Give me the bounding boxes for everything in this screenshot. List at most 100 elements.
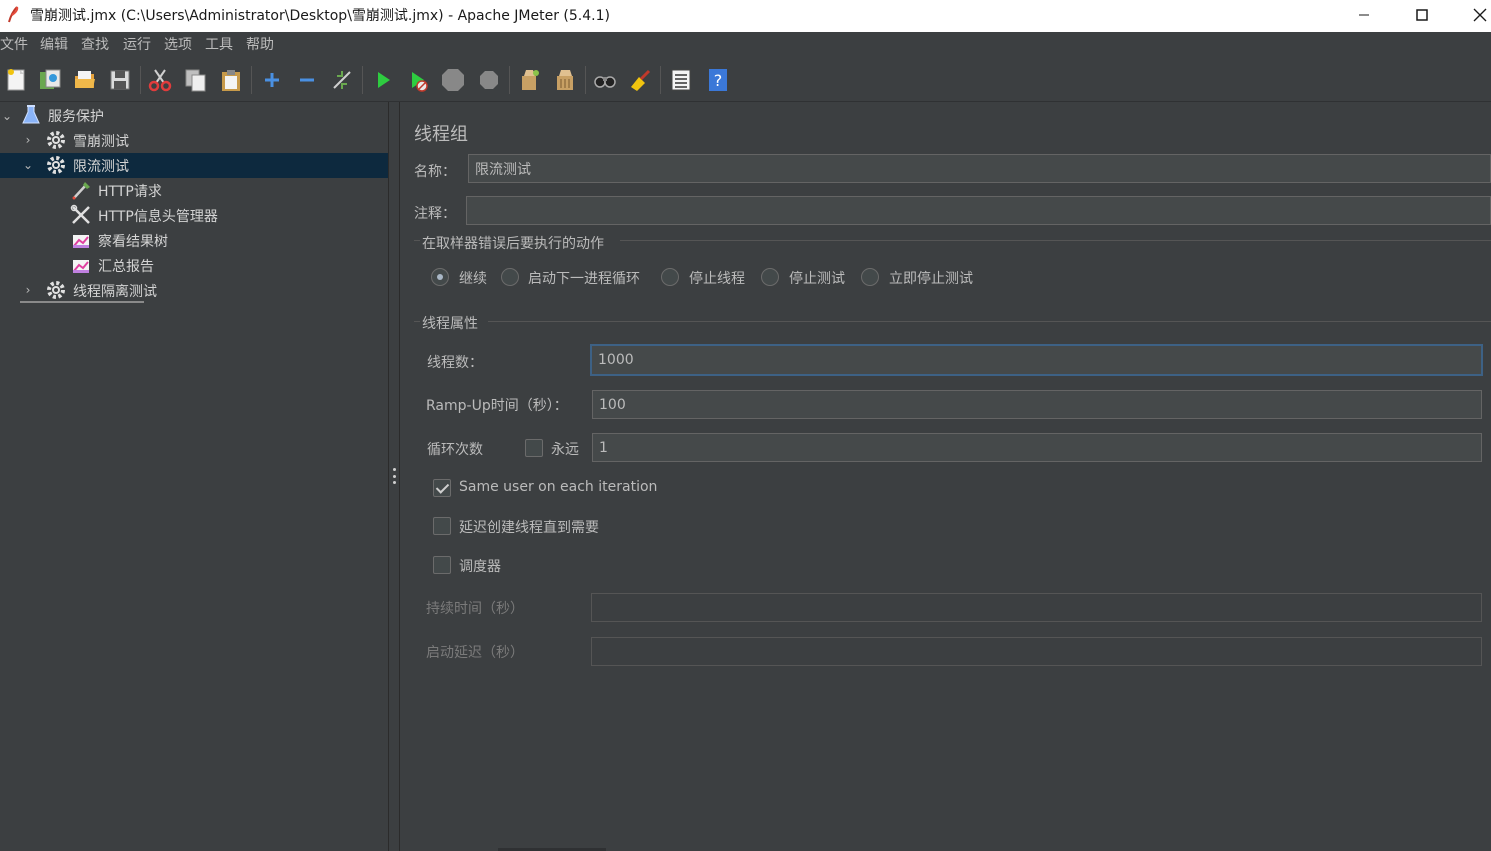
gear-icon (47, 156, 65, 174)
tree-label: HTTP请求 (98, 184, 162, 200)
menu-run[interactable]: 运行 (123, 34, 158, 54)
menu-options[interactable]: 选项 (164, 34, 199, 54)
threads-field[interactable]: 1000 (590, 344, 1483, 376)
tree-label: 服务保护 (48, 109, 104, 125)
cut-button[interactable] (146, 66, 174, 94)
tree-item-results-tree[interactable]: 察看结果树 (0, 228, 388, 253)
name-field[interactable]: 限流测试 (468, 154, 1491, 183)
expand-button[interactable] (258, 66, 286, 94)
maximize-icon (1416, 9, 1428, 21)
delay-thread-creation-label: 延迟创建线程直到需要 (459, 520, 599, 536)
reset-search-icon (631, 69, 651, 91)
tree-item-header-manager[interactable]: HTTP信息头管理器 (0, 203, 388, 228)
start-no-pause-button[interactable] (404, 66, 432, 94)
same-user-checkbox[interactable] (433, 479, 451, 497)
expand-icon (265, 73, 279, 87)
paste-icon (222, 70, 240, 91)
test-plan-icon (22, 105, 40, 124)
gear-icon (47, 131, 65, 149)
function-helper-icon (671, 69, 691, 91)
chevron-down-icon[interactable]: ⌄ (21, 158, 35, 172)
radio-start-next-loop[interactable] (501, 268, 519, 286)
section-border (414, 321, 420, 322)
close-button[interactable] (1457, 0, 1491, 30)
function-helper-button[interactable] (667, 66, 695, 94)
start-no-pause-icon (412, 72, 428, 92)
radio-stop-test-now[interactable] (861, 268, 879, 286)
save-button[interactable] (106, 66, 134, 94)
tree-label: HTTP信息头管理器 (98, 209, 218, 225)
radio-stop-test[interactable] (761, 268, 779, 286)
loop-count-field[interactable]: 1 (592, 433, 1482, 462)
search-button[interactable] (591, 66, 619, 94)
tree-label: 限流测试 (73, 159, 129, 175)
cut-icon (148, 69, 172, 92)
scheduler-checkbox[interactable] (433, 556, 451, 574)
copy-icon (185, 69, 206, 92)
copy-button[interactable] (182, 66, 210, 94)
tree-root[interactable]: ⌄ 服务保护 (0, 103, 388, 128)
tree-item-thread-group-selected[interactable]: ⌄ 限流测试 (0, 153, 388, 178)
clear-all-button[interactable] (551, 66, 579, 94)
close-icon (1473, 8, 1487, 22)
toolbar-separator (509, 66, 510, 94)
tree-item-thread-group[interactable]: › 雪崩测试 (0, 128, 388, 153)
rampup-label: Ramp-Up时间（秒）： (426, 398, 568, 414)
new-button[interactable] (2, 66, 30, 94)
chevron-down-icon[interactable]: ⌄ (0, 109, 14, 123)
menu-tools[interactable]: 工具 (205, 34, 240, 54)
clear-icon (522, 70, 539, 90)
toolbar-separator (585, 66, 586, 94)
stop-button[interactable] (439, 66, 467, 94)
open-icon (75, 71, 95, 88)
menu-file[interactable]: 文件 (0, 34, 35, 54)
open-button[interactable] (71, 66, 99, 94)
delay-thread-creation-checkbox[interactable] (433, 517, 451, 535)
toggle-button[interactable] (328, 66, 356, 94)
forever-label: 永远 (551, 442, 579, 458)
config-tools-icon (70, 204, 90, 224)
comment-field[interactable] (466, 196, 1491, 225)
menu-bar: 文件 编辑 查找 运行 选项 工具 帮助 (0, 32, 1491, 56)
radio-label: 启动下一进程循环 (528, 271, 640, 287)
menu-edit[interactable]: 编辑 (40, 34, 75, 54)
gear-icon (47, 281, 65, 299)
minimize-button[interactable] (1341, 0, 1387, 30)
save-icon (110, 70, 130, 90)
chevron-right-icon[interactable]: › (21, 283, 35, 297)
radio-continue[interactable] (431, 268, 449, 286)
tree-item-http-request[interactable]: HTTP请求 (0, 178, 388, 203)
split-pane-divider[interactable] (388, 102, 400, 851)
duration-field[interactable] (591, 593, 1482, 622)
chevron-right-icon[interactable]: › (21, 133, 35, 147)
rampup-field[interactable]: 100 (592, 390, 1482, 419)
scheduler-label: 调度器 (459, 559, 501, 575)
tree-item-summary-report[interactable]: 汇总报告 (0, 253, 388, 278)
startup-delay-field[interactable] (591, 637, 1482, 666)
tree-item-thread-group[interactable]: › 线程隔离测试 (0, 278, 388, 303)
thread-group-editor: 线程组 名称： 限流测试 注释： 在取样器错误后要执行的动作 继续 启动下一进程… (400, 102, 1491, 851)
templates-button[interactable] (36, 66, 64, 94)
paste-button[interactable] (217, 66, 245, 94)
same-user-label: Same user on each iteration (459, 479, 658, 495)
toolbar-separator (362, 66, 363, 94)
help-button[interactable]: ? (704, 66, 732, 94)
start-button[interactable] (369, 66, 397, 94)
shutdown-icon (480, 71, 498, 89)
forever-checkbox[interactable] (525, 439, 543, 457)
title-bar: 雪崩测试.jmx (C:\Users\Administrator\Desktop… (0, 0, 1491, 32)
test-plan-tree: ⌄ 服务保护 › 雪崩测试 ⌄ 限流测试 HTTP请求 HTTP信息头管理器 察… (0, 102, 388, 851)
section-border (488, 321, 1491, 322)
maximize-button[interactable] (1399, 0, 1445, 30)
menu-help[interactable]: 帮助 (246, 34, 281, 54)
reset-search-button[interactable] (626, 66, 654, 94)
comment-label: 注释： (414, 206, 456, 222)
clear-button[interactable] (515, 66, 543, 94)
menu-search[interactable]: 查找 (81, 34, 116, 54)
error-action-title: 在取样器错误后要执行的动作 (422, 236, 604, 252)
start-icon (378, 72, 390, 88)
shutdown-button[interactable] (475, 66, 503, 94)
section-border (414, 240, 420, 241)
collapse-button[interactable] (293, 66, 321, 94)
radio-stop-thread[interactable] (661, 268, 679, 286)
